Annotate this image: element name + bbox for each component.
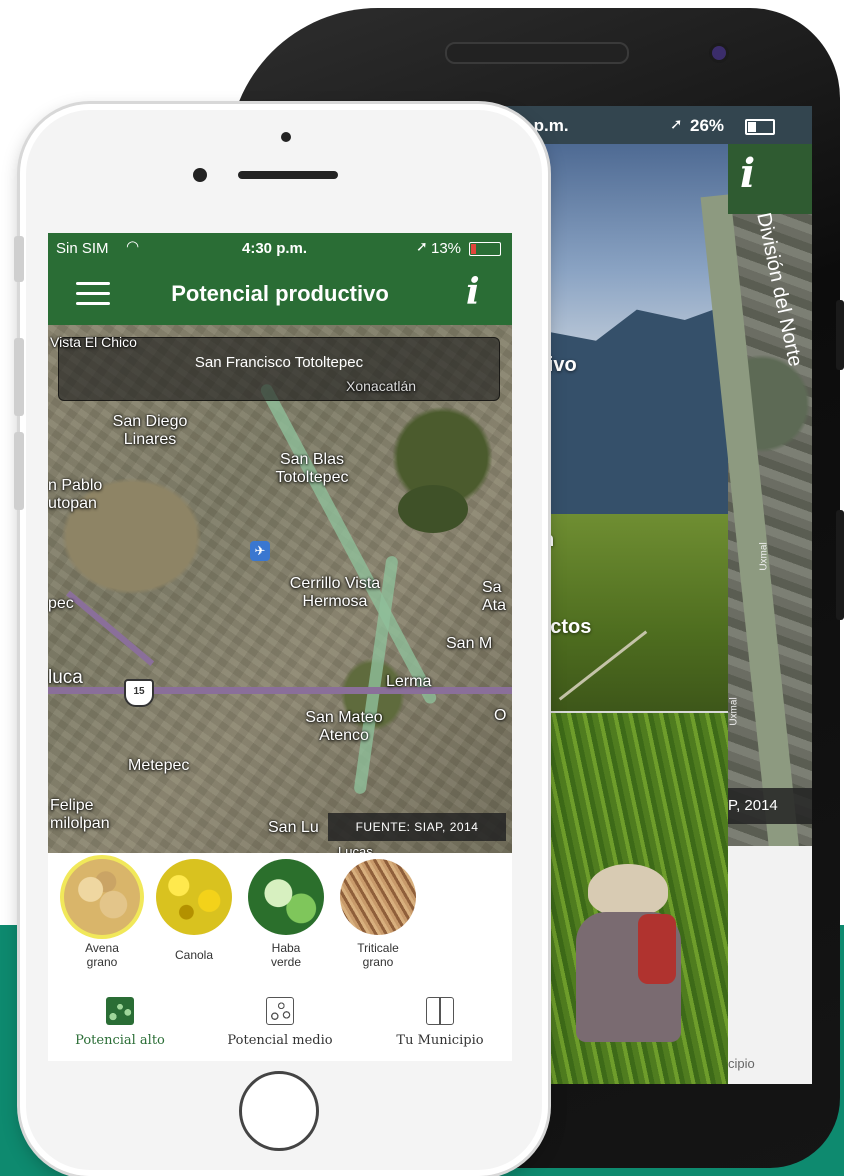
app-bar: Potencial productivo i xyxy=(48,263,512,325)
back-map[interactable] xyxy=(700,194,812,874)
info-icon[interactable]: i xyxy=(740,150,755,197)
map-place-label: San Blas Totoltepec xyxy=(275,451,349,486)
map-place-label: San Mateo Atenco xyxy=(305,709,383,744)
crop-label: Canola xyxy=(174,948,214,962)
back-map-street-label: Uxmal xyxy=(758,542,770,571)
map-place-label: luca xyxy=(48,667,83,688)
front-phone-side-button xyxy=(14,432,24,510)
front-phone-screen: Sin SIM ◠ 4:30 p.m. ➚ 13% Potencial prod… xyxy=(48,233,512,1061)
map-place-label: San Diego Linares xyxy=(112,413,188,448)
page-title: Potencial productivo xyxy=(171,281,389,306)
highway xyxy=(48,687,512,694)
tab-label: Potencial medio xyxy=(227,1033,333,1048)
potencial-medio-icon xyxy=(266,997,294,1025)
map-place-label: Xonacatlán xyxy=(346,378,417,394)
tab-potencial-medio[interactable]: Potencial medio xyxy=(210,997,350,1048)
tab-potencial-alto[interactable]: Potencial alto xyxy=(50,997,190,1048)
map-place-label: pec xyxy=(48,595,74,612)
tab-label: Potencial alto xyxy=(75,1033,165,1048)
front-phone-sensor xyxy=(281,132,291,142)
front-phone-speaker xyxy=(238,171,338,179)
map-place-label: n Pablo utopan xyxy=(48,477,103,512)
back-phone-camera xyxy=(712,46,726,60)
front-phone-camera xyxy=(193,168,207,182)
battery-icon xyxy=(745,119,775,135)
map-place-label: Sa Ata xyxy=(482,579,507,614)
location-search-text: San Francisco Totoltepec xyxy=(194,354,364,371)
back-phone-side-button xyxy=(836,300,844,370)
location-arrow-icon: ➚ xyxy=(416,238,428,254)
map-place-label: San M xyxy=(446,635,493,652)
status-battery-text: 13% xyxy=(431,240,462,257)
back-map-street-label: Uxmal xyxy=(728,697,740,726)
triticale-grano-image xyxy=(340,859,416,935)
crop-label: Triticale grano xyxy=(357,941,399,969)
bottom-tab-bar: Potencial alto Potencial medio Tu Munici… xyxy=(48,989,512,1061)
status-time: 4:30 p.m. xyxy=(242,240,308,257)
tab-tu-municipio[interactable]: Tu Municipio xyxy=(370,997,510,1048)
back-phone-speaker xyxy=(445,42,629,64)
crop-item-canola[interactable]: Canola xyxy=(152,859,236,962)
map-place-label: Vista El Chico xyxy=(50,334,137,350)
crop-label: Haba verde xyxy=(270,941,302,969)
route-shield-icon: 15 xyxy=(124,679,154,707)
info-icon[interactable]: i xyxy=(466,271,480,313)
map-place-label: Metepec xyxy=(128,757,190,774)
crop-label: Avena grano xyxy=(85,941,119,969)
battery-icon xyxy=(469,242,501,256)
tab-label: Tu Municipio xyxy=(396,1033,484,1048)
crop-selector: Avena grano Canola Haba verde Triticale … xyxy=(48,853,512,993)
front-phone-side-button xyxy=(14,338,24,416)
location-arrow-icon: ➚ xyxy=(670,116,683,133)
home-button[interactable] xyxy=(239,1071,319,1151)
haba-verde-image xyxy=(248,859,324,935)
map-place-label: Cerrillo Vista Hermosa xyxy=(289,575,381,610)
crop-item-haba-verde[interactable]: Haba verde xyxy=(244,859,328,969)
crop-item-avena-grano[interactable]: Avena grano xyxy=(60,859,144,969)
map-place-label: Lerma xyxy=(386,673,432,690)
back-status-battery-text: 26% xyxy=(690,116,725,135)
map-place-label: Felipe milolpan xyxy=(50,797,110,832)
back-tab-municipio[interactable]: cipio xyxy=(728,1056,755,1071)
back-map-source: P, 2014 xyxy=(728,788,812,824)
status-carrier: Sin SIM xyxy=(56,240,109,257)
map-place-label: O xyxy=(494,707,507,724)
map-book-icon xyxy=(426,997,454,1025)
front-phone-side-button xyxy=(14,236,24,282)
airport-icon: ✈ xyxy=(250,541,270,561)
back-bottom-bar xyxy=(728,846,812,1084)
farmer-image xyxy=(588,864,668,916)
potencial-alto-icon xyxy=(106,997,134,1025)
map-source-label: FUENTE: SIAP, 2014 xyxy=(328,813,506,841)
crop-item-triticale-grano[interactable]: Triticale grano xyxy=(336,859,420,969)
avena-grano-image xyxy=(64,859,140,935)
back-phone-side-button xyxy=(836,510,844,620)
status-bar: Sin SIM ◠ 4:30 p.m. ➚ 13% xyxy=(48,233,512,263)
map-view[interactable]: San Francisco Totoltepec Vista El Chico … xyxy=(48,325,512,853)
map-place-label: Lucas xyxy=(338,844,373,853)
map-place-label: San Lu xyxy=(268,819,319,836)
wifi-icon: ◠ xyxy=(126,238,140,255)
canola-image xyxy=(156,859,232,935)
